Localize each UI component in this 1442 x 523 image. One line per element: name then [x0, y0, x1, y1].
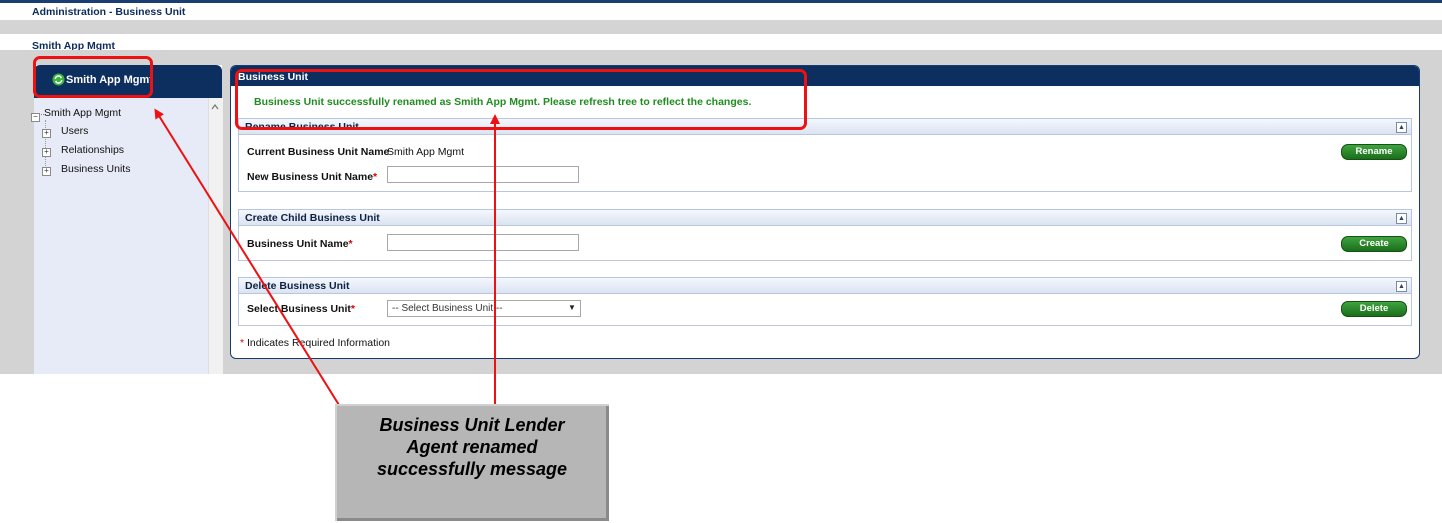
delete-section-header	[239, 278, 1411, 294]
top-accent-line	[0, 0, 1442, 3]
delete-section: Delete Business Unit ▲ Select Business U…	[238, 277, 1412, 326]
caret-up-icon[interactable]: ▲	[1396, 122, 1407, 133]
delete-button[interactable]: Delete	[1341, 301, 1407, 317]
tree-view	[34, 98, 208, 374]
success-message-highlight	[235, 69, 807, 130]
plus-box-icon[interactable]: +	[42, 145, 51, 157]
callout-text: Business Unit Lender Agent renamed succe…	[335, 414, 609, 480]
select-business-unit-label: Select Business Unit*	[247, 303, 355, 315]
business-unit-name-input[interactable]	[387, 234, 579, 251]
tree-item-relationships[interactable]: Relationships	[61, 144, 124, 156]
tree-root-label[interactable]: Smith App Mgmt	[44, 107, 121, 119]
create-section-header	[239, 210, 1411, 226]
minus-box-icon[interactable]: −	[31, 110, 40, 122]
annotation-callout: Business Unit Lender Agent renamed succe…	[335, 404, 609, 521]
callout-line-2: Agent renamed	[406, 437, 538, 457]
create-section: Create Child Business Unit ▲ Business Un…	[238, 209, 1412, 261]
caret-up-icon[interactable]: ▲	[1396, 281, 1407, 292]
rename-button[interactable]: Rename	[1341, 144, 1407, 160]
chevron-down-icon: ▼	[568, 303, 576, 312]
top-strip	[0, 20, 1442, 34]
sidebar-header-highlight	[33, 56, 153, 98]
business-unit-select[interactable]: -- Select Business Unit -- ▼	[387, 300, 581, 317]
new-name-input[interactable]	[387, 166, 579, 183]
tree-scrollbar[interactable]	[208, 98, 223, 374]
tree-item-business-units[interactable]: Business Units	[61, 163, 130, 175]
delete-section-title: Delete Business Unit	[245, 280, 350, 292]
callout-line-3: successfully message	[376, 459, 568, 479]
required-note: * Indicates Required Information	[240, 337, 391, 349]
page-title: Administration - Business Unit	[32, 6, 186, 18]
plus-box-icon[interactable]: +	[42, 126, 51, 138]
create-section-title: Create Child Business Unit	[245, 212, 380, 224]
callout-line-1: Business Unit Lender	[379, 415, 565, 435]
tree-item-users[interactable]: Users	[61, 125, 88, 137]
new-name-label: New Business Unit Name*	[247, 171, 378, 183]
scroll-up-icon[interactable]	[211, 104, 219, 110]
current-name-value: Smith App Mgmt	[387, 146, 465, 158]
current-name-label: Current Business Unit Name	[247, 146, 390, 158]
caret-up-icon[interactable]: ▲	[1396, 213, 1407, 224]
business-unit-select-value: -- Select Business Unit --	[392, 303, 503, 314]
create-button[interactable]: Create	[1341, 236, 1407, 252]
plus-box-icon[interactable]: +	[42, 164, 51, 176]
business-unit-name-label: Business Unit Name*	[247, 238, 353, 250]
